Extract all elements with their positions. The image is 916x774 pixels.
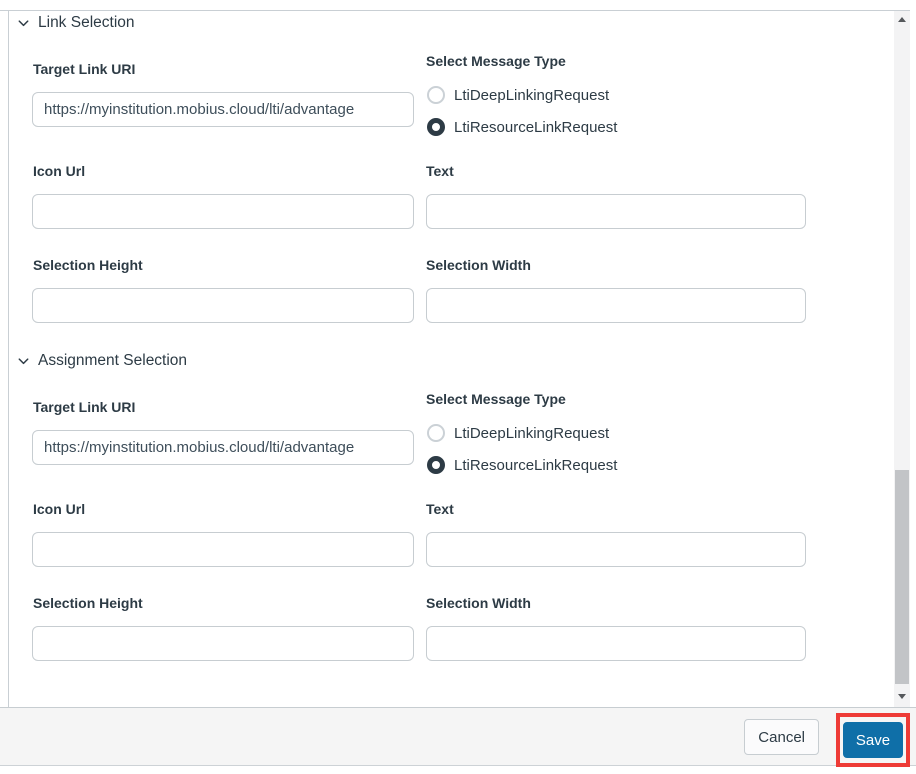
section-title: Link Selection xyxy=(38,14,135,31)
radio-button-icon[interactable] xyxy=(427,118,445,136)
text-label: Text xyxy=(426,163,454,179)
text-label: Text xyxy=(426,501,454,517)
scroll-down-arrow-icon[interactable] xyxy=(894,689,910,703)
panel-top-border xyxy=(0,10,910,11)
radio-option-lti-resource-link-request[interactable]: LtiResourceLinkRequest xyxy=(427,455,617,475)
target-link-uri-label: Target Link URI xyxy=(33,399,136,415)
text-input[interactable] xyxy=(426,194,806,229)
icon-url-label: Icon Url xyxy=(33,501,86,517)
selection-width-input[interactable] xyxy=(426,288,806,323)
chevron-down-icon xyxy=(16,354,31,369)
radio-option-label: LtiResourceLinkRequest xyxy=(454,456,618,474)
radio-option-lti-resource-link-request[interactable]: LtiResourceLinkRequest xyxy=(427,117,617,137)
selection-height-label: Selection Height xyxy=(33,257,143,273)
section-assignment-selection-toggle[interactable]: Assignment Selection xyxy=(16,352,187,370)
text-input[interactable] xyxy=(426,532,806,567)
radio-option-lti-deep-linking-request[interactable]: LtiDeepLinkingRequest xyxy=(427,85,609,105)
section-link-selection: Link Selection Target Link URI Select Me… xyxy=(0,14,890,326)
lti-settings-modal: Link Selection Target Link URI Select Me… xyxy=(0,0,916,774)
radio-button-icon[interactable] xyxy=(427,456,445,474)
chevron-down-icon xyxy=(16,16,31,31)
selection-width-label: Selection Width xyxy=(426,257,531,273)
radio-button-icon[interactable] xyxy=(427,86,445,104)
cancel-button[interactable]: Cancel xyxy=(744,719,819,755)
radio-option-label: LtiResourceLinkRequest xyxy=(454,118,618,136)
target-link-uri-input[interactable] xyxy=(32,430,414,465)
scrollbar-thumb[interactable] xyxy=(895,470,909,684)
selection-height-input[interactable] xyxy=(32,626,414,661)
scroll-up-arrow-icon[interactable] xyxy=(894,12,910,26)
save-button[interactable]: Save xyxy=(842,722,904,758)
modal-footer: Cancel Save xyxy=(0,707,916,767)
radio-option-lti-deep-linking-request[interactable]: LtiDeepLinkingRequest xyxy=(427,423,609,443)
red-annotation-highlight: Save xyxy=(836,713,910,767)
section-title: Assignment Selection xyxy=(38,352,188,369)
radio-button-icon[interactable] xyxy=(427,424,445,442)
icon-url-input[interactable] xyxy=(32,532,414,567)
section-assignment-selection: Assignment Selection Target Link URI Sel… xyxy=(0,352,890,664)
icon-url-input[interactable] xyxy=(32,194,414,229)
select-message-type-label: Select Message Type xyxy=(426,391,566,407)
selection-width-input[interactable] xyxy=(426,626,806,661)
scrollbar[interactable] xyxy=(894,11,910,707)
target-link-uri-label: Target Link URI xyxy=(33,61,136,77)
selection-width-label: Selection Width xyxy=(426,595,531,611)
target-link-uri-input[interactable] xyxy=(32,92,414,127)
select-message-type-label: Select Message Type xyxy=(426,53,566,69)
selection-height-input[interactable] xyxy=(32,288,414,323)
section-link-selection-toggle[interactable]: Link Selection xyxy=(16,14,135,32)
selection-height-label: Selection Height xyxy=(33,595,143,611)
radio-option-label: LtiDeepLinkingRequest xyxy=(454,424,610,442)
icon-url-label: Icon Url xyxy=(33,163,86,179)
radio-option-label: LtiDeepLinkingRequest xyxy=(454,86,610,104)
